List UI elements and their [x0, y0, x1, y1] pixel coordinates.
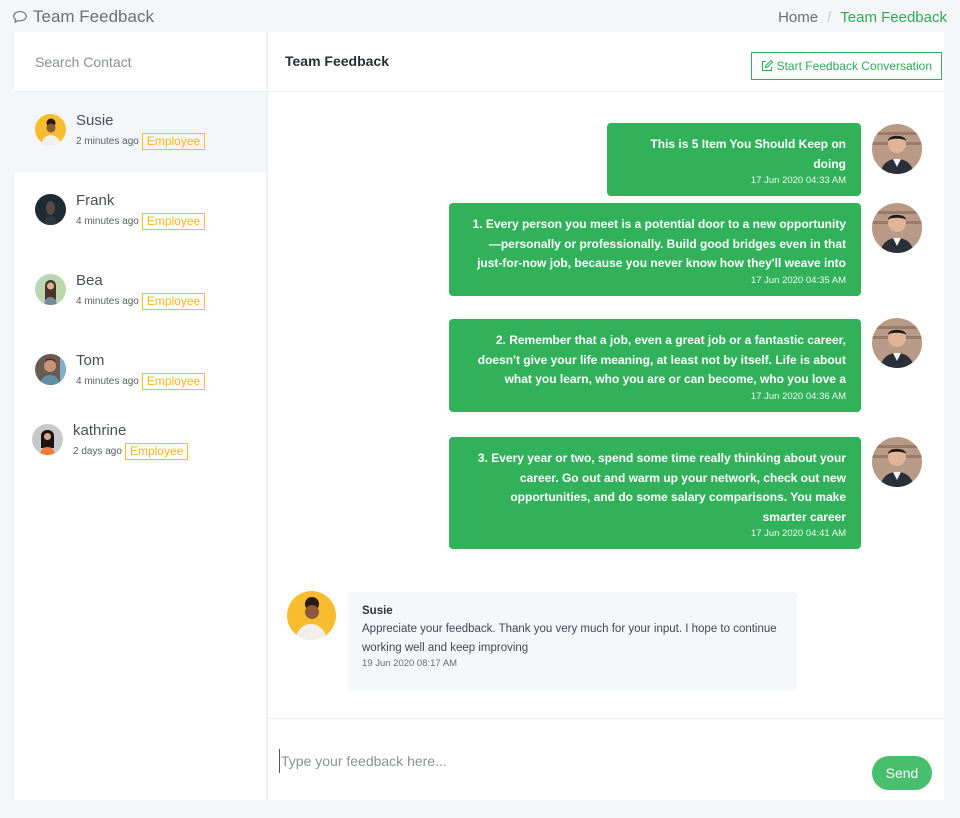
- message-time: 17 Jun 2020 04:35 AM: [750, 274, 846, 286]
- avatar-tom: [35, 354, 66, 385]
- contact-time: 2 days ago: [73, 446, 122, 457]
- feedback-input[interactable]: [279, 749, 859, 773]
- sender-avatar: [872, 318, 922, 368]
- composer: Send: [268, 718, 944, 800]
- avatar-kathrine: [32, 424, 63, 455]
- contact-item-bea[interactable]: Bea 4 minutes ago Employee: [15, 252, 266, 332]
- contact-sidebar: Susie 2 minutes ago Employee Frank 4 min…: [15, 32, 268, 800]
- start-feedback-conversation-label: Start Feedback Conversation: [776, 59, 932, 73]
- contact-item-frank[interactable]: Frank 4 minutes ago Employee: [15, 172, 266, 252]
- send-button[interactable]: Send: [872, 756, 932, 790]
- message-text: 3. Every year or two, spend some time re…: [477, 451, 846, 524]
- contact-item-susie[interactable]: Susie 2 minutes ago Employee: [15, 92, 266, 172]
- start-feedback-conversation-button[interactable]: Start Feedback Conversation: [750, 52, 942, 80]
- contact-item-tom[interactable]: Tom 4 minutes ago Employee: [15, 332, 266, 412]
- contact-time: 2 minutes ago: [76, 136, 139, 147]
- contact-item-kathrine[interactable]: kathrine 2 days ago Employee: [15, 412, 266, 482]
- chat-title: Team Feedback: [285, 53, 390, 69]
- contact-time: 4 minutes ago: [76, 296, 139, 307]
- chat-header: Team Feedback Start Feedback Conversatio…: [268, 32, 944, 92]
- incoming-message: Susie Appreciate your feedback. Thank yo…: [348, 592, 797, 691]
- contact-time: 4 minutes ago: [76, 216, 139, 227]
- role-badge: Employee: [141, 133, 206, 150]
- search-contact-input[interactable]: [15, 32, 266, 91]
- role-badge: Employee: [141, 293, 206, 310]
- contact-name: Frank: [76, 192, 115, 209]
- avatar-frank: [35, 194, 66, 225]
- contact-name: Bea: [76, 272, 103, 289]
- avatar-susie: [35, 114, 66, 145]
- role-badge: Employee: [141, 373, 206, 390]
- susie-avatar: [287, 591, 336, 640]
- message-time: 17 Jun 2020 04:41 AM: [750, 528, 846, 539]
- page-title-text: Team Feedback: [33, 7, 154, 26]
- message-time: 19 Jun 2020 08:17 AM: [362, 658, 458, 669]
- message-list: This is 5 Item You Should Keep on doing …: [268, 92, 944, 718]
- message-time: 17 Jun 2020 04:33 AM: [750, 175, 846, 186]
- message-text: Appreciate your feedback. Thank you very…: [362, 623, 777, 654]
- sender-avatar: [872, 203, 922, 253]
- contact-name: Tom: [76, 352, 105, 369]
- role-badge: Employee: [124, 443, 189, 460]
- outgoing-message: 2. Remember that a job, even a great job…: [449, 319, 861, 412]
- outgoing-message: 1. Every person you meet is a potential …: [449, 203, 861, 296]
- breadcrumb-current: Team Feedback: [840, 9, 947, 26]
- sender-avatar: [872, 437, 922, 487]
- contact-name: kathrine: [73, 422, 127, 439]
- message-text: This is 5 Item You Should Keep on doing: [650, 137, 846, 171]
- feedback-card: Susie 2 minutes ago Employee Frank 4 min…: [15, 32, 944, 800]
- breadcrumb-separator: /: [827, 9, 832, 26]
- chat-panel: Team Feedback Start Feedback Conversatio…: [268, 32, 944, 800]
- page-header: Team Feedback Home / Team Feedback: [0, 0, 960, 32]
- outgoing-message: This is 5 Item You Should Keep on doing …: [607, 123, 861, 196]
- message-text: 1. Every person you meet is a potential …: [472, 217, 846, 270]
- breadcrumb: Home / Team Feedback: [778, 9, 947, 26]
- contact-time: 4 minutes ago: [76, 376, 139, 387]
- edit-icon: [761, 60, 773, 71]
- avatar-bea: [35, 274, 66, 305]
- message-text: 2. Remember that a job, even a great job…: [477, 333, 846, 386]
- sender-avatar: [872, 124, 922, 174]
- contact-name: Susie: [76, 112, 114, 129]
- role-badge: Employee: [141, 213, 206, 230]
- search-box: [15, 32, 266, 92]
- chat-bubble-icon: [13, 10, 27, 24]
- message-time: 17 Jun 2020 04:36 AM: [750, 390, 846, 402]
- outgoing-message: 3. Every year or two, spend some time re…: [449, 437, 861, 549]
- message-sender: Susie: [362, 605, 393, 617]
- page-title: Team Feedback: [12, 7, 154, 27]
- breadcrumb-home-link[interactable]: Home: [778, 9, 818, 26]
